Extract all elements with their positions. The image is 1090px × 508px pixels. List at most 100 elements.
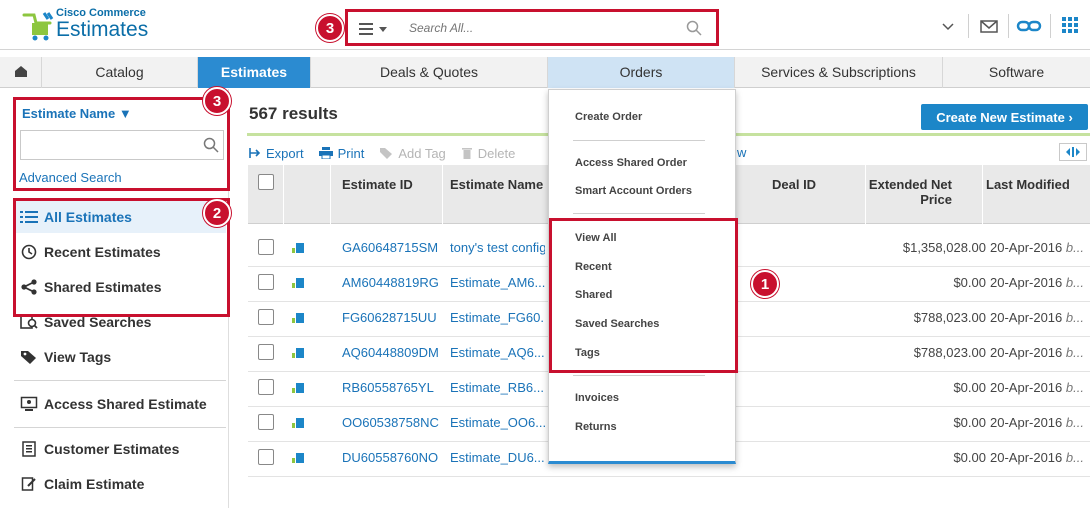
sidebar-item-claim-estimate[interactable]: Claim Estimate (18, 476, 144, 492)
row-checkbox[interactable] (258, 344, 274, 360)
menu-item-returns[interactable]: Returns (575, 421, 617, 433)
menu-item-smart-account-orders[interactable]: Smart Account Orders (575, 185, 692, 197)
cell-estimate-id[interactable]: DU60558760NO (342, 450, 438, 465)
row-checkbox[interactable] (258, 414, 274, 430)
estimate-type-icon (292, 278, 304, 288)
select-all-checkbox[interactable] (258, 174, 274, 190)
callout-box-order-views (549, 218, 738, 373)
sidebar-item-customer-estimates[interactable]: Customer Estimates (18, 441, 179, 457)
menu-item-access-shared-order[interactable]: Access Shared Order (575, 157, 687, 169)
row-checkbox[interactable] (258, 379, 274, 395)
row-checkbox[interactable] (258, 449, 274, 465)
callout-box-sidebar-search (13, 97, 230, 191)
column-toggle-icon (1066, 147, 1080, 157)
sidebar-item-label: View Tags (44, 349, 112, 365)
callout-box-estimate-views (13, 198, 230, 317)
add-tag-button[interactable]: Add Tag (379, 146, 446, 161)
cell-last-modified: 20-Apr-2016 b... (990, 310, 1084, 325)
chevron-down-icon[interactable] (940, 18, 956, 34)
cell-estimate-id[interactable]: OO60538758NC (342, 415, 439, 430)
col-header-deal-id[interactable]: Deal ID (772, 177, 816, 192)
cell-extended-net-price: $788,023.00 (913, 310, 986, 325)
cell-estimate-name[interactable]: Estimate_AM6... (450, 275, 545, 290)
col-header-extended-net-price[interactable]: Extended Net Price (868, 177, 952, 207)
tab-estimates[interactable]: Estimates (198, 57, 311, 88)
tab-software[interactable]: Software (943, 57, 1090, 88)
cell-estimate-name[interactable]: Estimate_OO6... (450, 415, 545, 430)
cell-last-modified: 20-Apr-2016 b... (990, 450, 1084, 465)
modified-date: 20-Apr-2016 (990, 345, 1063, 360)
create-new-estimate-button[interactable]: Create New Estimate › (921, 104, 1088, 130)
modified-by: b... (1065, 345, 1084, 360)
mail-icon[interactable] (980, 18, 998, 34)
claim-icon (18, 476, 40, 492)
view-link-partial[interactable]: w (737, 145, 746, 160)
sidebar-item-label: Claim Estimate (44, 476, 145, 492)
grid-toolbar: Export Print Add Tag Delete (249, 145, 530, 161)
modified-by: b... (1065, 310, 1084, 325)
modified-date: 20-Apr-2016 (990, 415, 1063, 430)
cell-estimate-name[interactable]: Estimate_FG60... (450, 310, 545, 325)
export-icon (249, 147, 261, 159)
main-nav: Catalog Estimates Deals & Quotes Orders … (0, 57, 1090, 88)
cell-estimate-name[interactable]: Estimate_RB6... (450, 380, 545, 395)
row-checkbox[interactable] (258, 274, 274, 290)
cell-estimate-id[interactable]: AM60448819RG (342, 275, 439, 290)
monitor-icon (18, 396, 40, 412)
tab-services-subscriptions[interactable]: Services & Subscriptions (735, 57, 943, 88)
tab-orders[interactable]: Orders (548, 57, 735, 88)
cisco-commerce-logo-icon[interactable] (22, 9, 54, 41)
cell-extended-net-price: $0.00 (953, 450, 986, 465)
document-icon (18, 441, 40, 457)
tab-deals-quotes[interactable]: Deals & Quotes (311, 57, 548, 88)
menu-item-invoices[interactable]: Invoices (575, 392, 619, 404)
sidebar-item-access-shared-estimate[interactable]: Access Shared Estimate (18, 396, 207, 412)
row-checkbox[interactable] (258, 239, 274, 255)
sidebar-item-label: Access Shared Estimate (44, 396, 207, 412)
home-icon (15, 66, 27, 77)
sidebar-divider (14, 380, 226, 381)
cell-estimate-id[interactable]: GA60648715SM (342, 240, 438, 255)
modified-date: 20-Apr-2016 (990, 240, 1063, 255)
tag-icon (379, 147, 393, 159)
cell-estimate-name[interactable]: tony's test config (450, 240, 545, 255)
delete-button[interactable]: Delete (461, 146, 515, 161)
tag-icon (18, 349, 40, 365)
export-button[interactable]: Export (249, 146, 304, 161)
col-header-estimate-name[interactable]: Estimate Name (450, 177, 543, 192)
callout-badge: 3 (316, 14, 344, 42)
modified-date: 20-Apr-2016 (990, 275, 1063, 290)
menu-item-create-order[interactable]: Create Order (575, 111, 642, 123)
sidebar-item-view-tags[interactable]: View Tags (18, 349, 111, 365)
sidebar-divider (14, 427, 226, 428)
cell-last-modified: 20-Apr-2016 b... (990, 240, 1084, 255)
modified-date: 20-Apr-2016 (990, 310, 1063, 325)
cell-estimate-id[interactable]: AQ60448809DM (342, 345, 439, 360)
column-resize-toggle[interactable] (1059, 143, 1087, 161)
estimate-type-icon (292, 243, 304, 253)
print-button[interactable]: Print (318, 146, 364, 161)
cell-estimate-id[interactable]: RB60558765YL (342, 380, 434, 395)
link-icon[interactable] (1016, 18, 1042, 34)
cell-last-modified: 20-Apr-2016 b... (990, 345, 1084, 360)
apps-grid-icon[interactable] (1062, 17, 1078, 33)
estimate-type-icon (292, 348, 304, 358)
callout-box-search (345, 9, 719, 46)
cell-last-modified: 20-Apr-2016 b... (990, 415, 1084, 430)
cell-extended-net-price: $0.00 (953, 415, 986, 430)
cell-estimate-name[interactable]: Estimate_AQ6... (450, 345, 545, 360)
cell-extended-net-price: $0.00 (953, 380, 986, 395)
cell-estimate-name[interactable]: Estimate_DU6... (450, 450, 545, 465)
col-header-estimate-id[interactable]: Estimate ID (342, 177, 413, 192)
app-title[interactable]: Estimates (56, 18, 148, 42)
cell-estimate-id[interactable]: FG60628715UU (342, 310, 437, 325)
cell-extended-net-price: $1,358,028.00 (902, 240, 986, 255)
row-checkbox[interactable] (258, 309, 274, 325)
modified-date: 20-Apr-2016 (990, 450, 1063, 465)
callout-badge: 1 (751, 270, 779, 298)
trash-icon (461, 147, 473, 159)
home-tab[interactable] (0, 57, 42, 88)
modified-by: b... (1065, 275, 1084, 290)
col-header-last-modified[interactable]: Last Modified (986, 177, 1070, 192)
tab-catalog[interactable]: Catalog (42, 57, 198, 88)
